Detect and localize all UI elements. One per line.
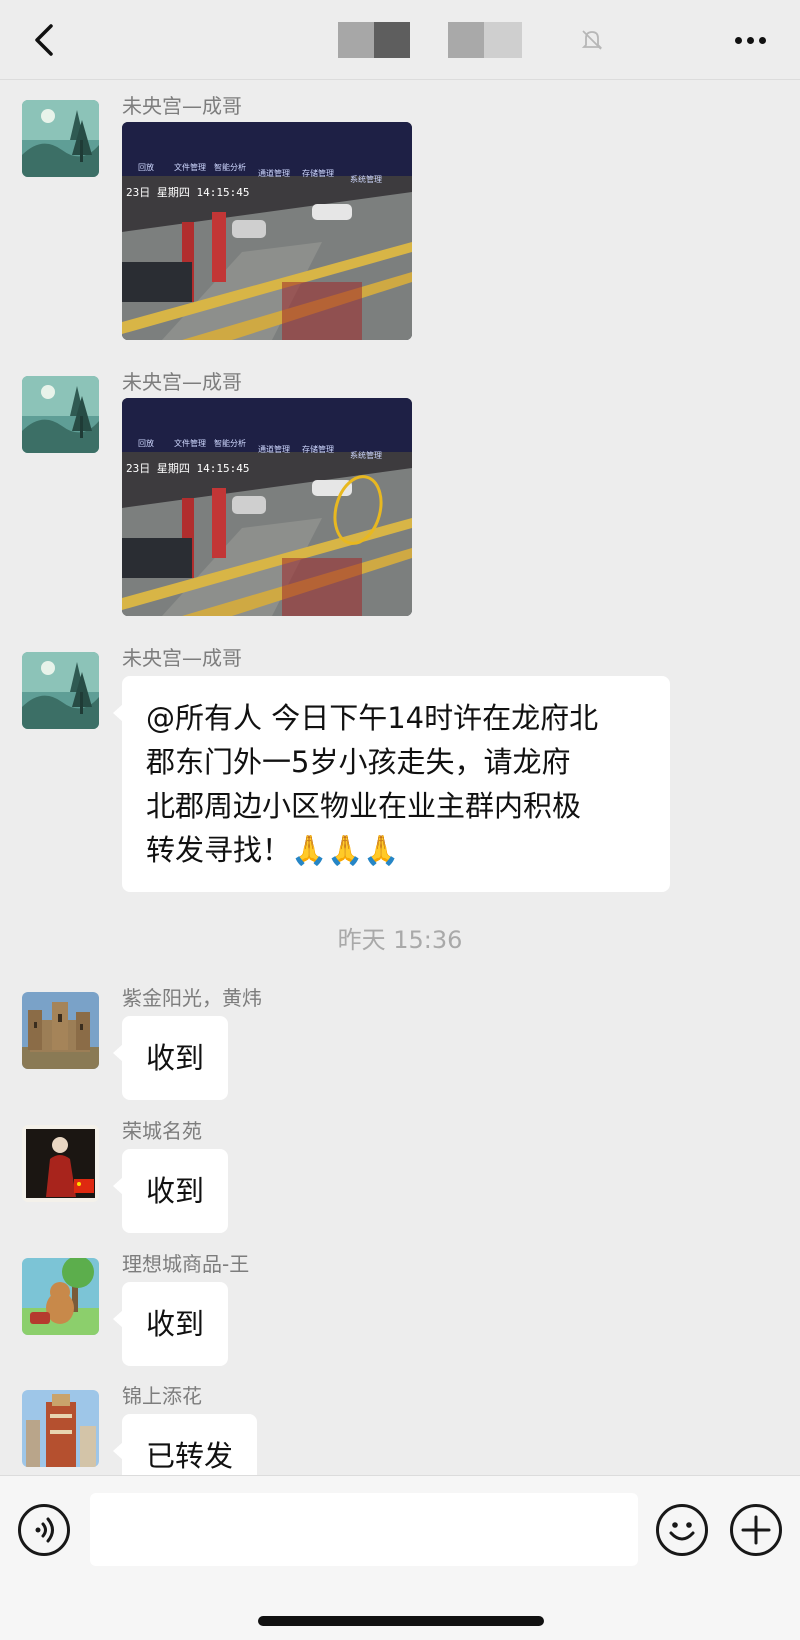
message-line: @所有人 今日下午14时许在龙府北 — [146, 701, 599, 735]
photo-toolbar-label: 存储管理 — [302, 169, 334, 178]
photo-timestamp: 23日 星期四 14:15:45 — [126, 462, 250, 475]
chat-timestamp: 昨天 15:36 — [337, 926, 463, 954]
sender-name: 未央宫—成哥 — [122, 370, 242, 394]
more-options-button[interactable] — [720, 20, 780, 60]
photo-toolbar-label: 智能分析 — [214, 163, 246, 172]
photo-toolbar-label: 文件管理 — [174, 439, 206, 448]
castle-avatar-image — [22, 992, 99, 1069]
photo-timestamp: 23日 星期四 14:15:45 — [126, 186, 250, 199]
emoji-button[interactable] — [656, 1504, 708, 1556]
message-text: 收到 — [146, 1307, 205, 1341]
cctv-image — [122, 398, 412, 616]
landscape-avatar-image — [22, 100, 99, 177]
avatar[interactable] — [22, 376, 99, 453]
emoji-icon — [669, 1522, 695, 1541]
sender-name: 未央宫—成哥 — [122, 94, 242, 118]
voice-icon — [35, 1517, 54, 1543]
cctv-image — [122, 122, 412, 340]
text-message-bubble[interactable]: 收到 — [112, 1016, 229, 1100]
bell-mute-icon — [581, 30, 603, 50]
cctv-photo[interactable]: 回放 文件管理 智能分析 通道管理 存储管理 系统管理 23日 星期四 14:1… — [122, 398, 412, 616]
sender-name: 未央宫—成哥 — [122, 646, 242, 670]
person-flag-avatar-image — [22, 1125, 99, 1202]
message-text: 收到 — [146, 1041, 205, 1075]
photo-toolbar-label: 智能分析 — [214, 439, 246, 448]
avatar[interactable] — [22, 992, 99, 1069]
photo-toolbar-label: 文件管理 — [174, 163, 206, 172]
photo-toolbar-label: 系统管理 — [350, 451, 382, 460]
avatar[interactable] — [22, 1390, 99, 1467]
message-line: 北郡周边小区物业在业主群内积极 — [146, 789, 582, 823]
cartoon-bear-avatar-image — [22, 1258, 99, 1335]
chevron-left-icon — [35, 24, 53, 56]
avatar[interactable] — [22, 1125, 99, 1202]
text-message-bubble[interactable]: @所有人 今日下午14时许在龙府北 郡东门外一5岁小孩走失，请龙府 北郡周边小区… — [113, 676, 670, 892]
avatar[interactable] — [22, 652, 99, 729]
chat-title-redacted — [258, 20, 618, 60]
photo-toolbar-label: 系统管理 — [350, 175, 382, 184]
message-line: 郡东门外一5岁小孩走失，请龙府 — [146, 745, 571, 779]
photo-toolbar-label: 回放 — [138, 163, 154, 172]
message-text: 收到 — [146, 1174, 205, 1208]
message-line: 转发寻找！🙏🙏🙏 — [146, 833, 400, 867]
sender-name: 理想城商品-王 — [122, 1252, 250, 1276]
chat-message-list[interactable]: 未央宫—成哥 回放 文件管理 智能分析 通道管理 存储管理 系统管理 23日 星… — [0, 80, 800, 1475]
chat-header — [0, 0, 800, 80]
voice-button[interactable] — [18, 1504, 70, 1556]
photo-toolbar-label: 回放 — [138, 439, 154, 448]
avatar[interactable] — [22, 100, 99, 177]
photo-toolbar-label: 存储管理 — [302, 445, 334, 454]
photo-toolbar-label: 通道管理 — [258, 445, 290, 454]
cctv-photo[interactable]: 回放 文件管理 智能分析 通道管理 存储管理 系统管理 23日 星期四 14:1… — [122, 122, 412, 340]
sender-name: 锦上添花 — [122, 1384, 202, 1408]
plus-icon — [741, 1515, 771, 1545]
input-bar — [0, 1475, 800, 1640]
photo-toolbar-label: 通道管理 — [258, 169, 290, 178]
landscape-avatar-image — [22, 652, 99, 729]
text-message-bubble[interactable]: 收到 — [112, 1282, 229, 1366]
message-text: 已转发 — [146, 1439, 234, 1473]
plus-button[interactable] — [730, 1504, 782, 1556]
landscape-avatar-image — [22, 376, 99, 453]
sender-name: 荣城名苑 — [122, 1119, 202, 1143]
sender-name: 紫金阳光，黄炜 — [122, 986, 262, 1010]
text-message-bubble[interactable]: 已转发 — [112, 1414, 258, 1475]
avatar[interactable] — [22, 1258, 99, 1335]
ellipsis-icon — [734, 36, 742, 44]
building-avatar-image — [22, 1390, 99, 1467]
back-button[interactable] — [24, 20, 64, 60]
home-indicator[interactable] — [258, 1616, 544, 1626]
text-message-bubble[interactable]: 收到 — [112, 1149, 229, 1233]
message-input[interactable] — [90, 1493, 638, 1566]
